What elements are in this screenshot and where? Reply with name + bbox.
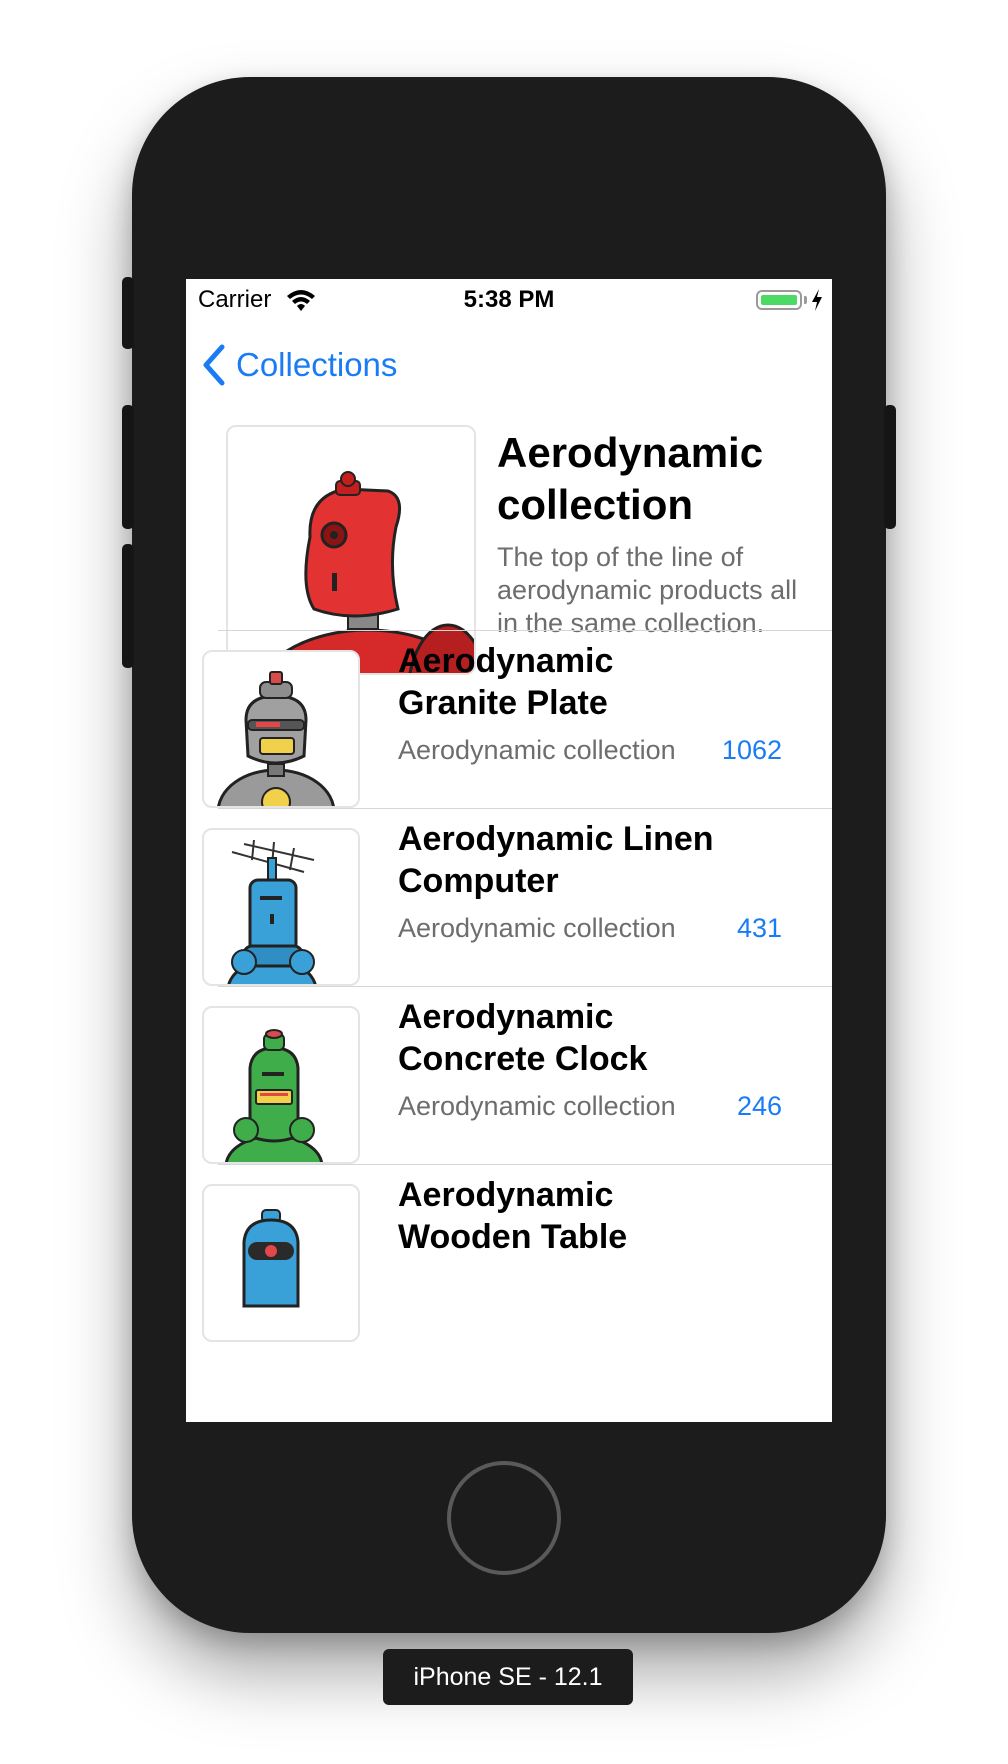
volume-up-button: [122, 405, 134, 529]
app-screen: Carrier 5:38 PM Collections Aerodynamic …: [186, 279, 832, 1422]
row-separator: [218, 1164, 832, 1165]
back-button[interactable]: Collections: [202, 341, 397, 389]
list-item[interactable]: Aerodynamic Granite Plate Aerodynamic co…: [186, 630, 832, 830]
volume-down-button: [122, 544, 134, 668]
row-separator: [218, 630, 832, 631]
blue-antenna-robot-icon: [227, 839, 317, 984]
product-count: 246: [736, 1091, 782, 1121]
green-robot-icon: [224, 1029, 324, 1162]
list-item[interactable]: Aerodynamic Concrete Clock Aerodynamic c…: [186, 986, 832, 1186]
blue-robot-icon: [242, 1209, 300, 1308]
list-item[interactable]: Aerodynamic Wooden Table: [186, 1164, 832, 1364]
collection-description: The top of the line of aerodynamic produ…: [497, 542, 798, 638]
product-count: 1062: [721, 735, 782, 765]
product-title: Aerodynamic Linen Computer: [398, 820, 714, 900]
charging-bolt-icon: [810, 288, 824, 312]
home-button[interactable]: [447, 1461, 561, 1575]
gray-robot-icon: [217, 671, 335, 806]
power-button: [884, 405, 896, 529]
product-thumbnail: [202, 650, 360, 808]
product-thumbnail: [202, 1006, 360, 1164]
product-collection: Aerodynamic collection: [398, 735, 676, 765]
product-thumbnail: [202, 1184, 360, 1342]
row-separator: [218, 808, 832, 809]
list-item[interactable]: Aerodynamic Linen Computer Aerodynamic c…: [186, 808, 832, 1008]
product-collection: Aerodynamic collection: [398, 1091, 676, 1121]
status-bar: Carrier 5:38 PM: [186, 279, 832, 321]
back-button-label: Collections: [236, 346, 398, 383]
product-title: Aerodynamic Concrete Clock: [398, 998, 648, 1078]
product-count: 431: [736, 913, 782, 943]
mute-switch: [122, 277, 134, 349]
battery-icon: [756, 290, 802, 310]
device-label: iPhone SE - 12.1: [383, 1649, 633, 1705]
status-time: 5:38 PM: [463, 286, 555, 313]
battery-tip: [804, 296, 807, 304]
product-thumbnail: [202, 828, 360, 986]
product-collection: Aerodynamic collection: [398, 913, 676, 943]
product-title: Aerodynamic Wooden Table: [398, 1176, 628, 1256]
product-title: Aerodynamic Granite Plate: [398, 642, 614, 722]
collection-title: Aerodynamic collection: [497, 429, 764, 528]
chevron-left-icon: [202, 344, 226, 386]
row-separator: [218, 986, 832, 987]
